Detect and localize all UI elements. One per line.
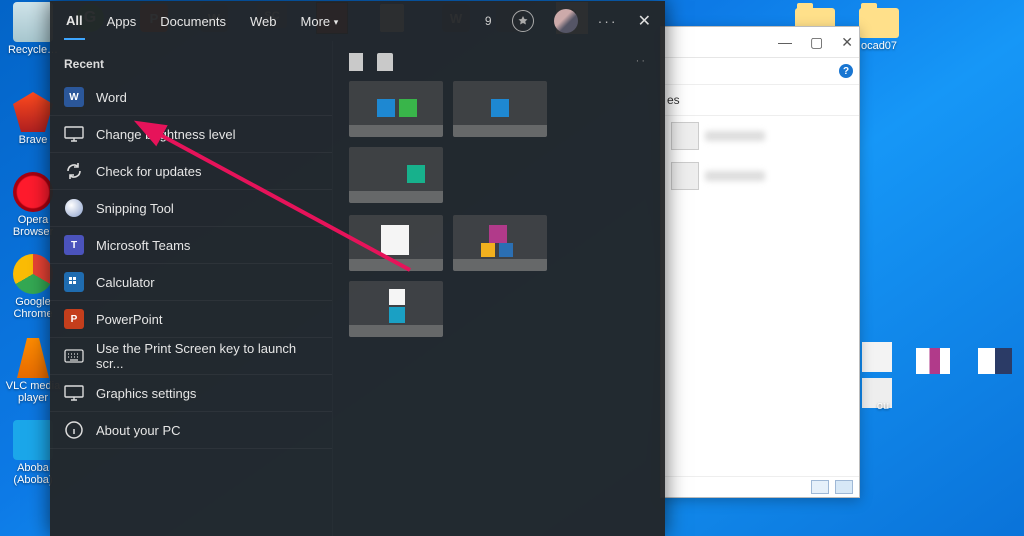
tab-apps[interactable]: Apps	[105, 4, 139, 39]
recent-item-label: Change brightness level	[96, 127, 235, 142]
minimize-button[interactable]: —	[778, 34, 792, 50]
tab-documents[interactable]: Documents	[158, 4, 228, 39]
calculator-icon	[64, 272, 84, 292]
refresh-icon	[64, 161, 84, 181]
desktop-thumb[interactable]	[978, 348, 1012, 374]
recent-list: Recent W Word Change brightness level Ch…	[50, 41, 333, 536]
rewards-count: 9	[485, 14, 492, 28]
tab-more[interactable]: More ▾	[299, 4, 341, 39]
explorer-statusbar	[661, 476, 859, 497]
recent-item-about[interactable]: About your PC	[50, 412, 332, 449]
explorer-item-label	[705, 131, 765, 141]
snipping-icon	[64, 198, 84, 218]
recent-files-icon[interactable]	[349, 53, 363, 71]
chevron-down-icon: ▾	[334, 17, 339, 27]
recent-item-label: Calculator	[96, 275, 155, 290]
explorer-item-label	[705, 171, 765, 181]
recent-item-word[interactable]: W Word	[50, 79, 332, 116]
rewards-icon[interactable]	[512, 10, 534, 32]
recent-item-teams[interactable]: T Microsoft Teams	[50, 227, 332, 264]
view-details-button[interactable]	[811, 480, 829, 494]
tab-all[interactable]: All	[64, 3, 85, 40]
search-tabs: All Apps Documents Web More ▾ 9 ··· ✕	[50, 1, 665, 41]
preview-tile[interactable]	[349, 281, 443, 337]
preview-tile[interactable]	[349, 215, 443, 271]
recent-item-brightness[interactable]: Change brightness level	[50, 116, 332, 153]
explorer-titlebar: — ▢ ✕	[661, 27, 859, 58]
monitor-icon	[64, 124, 84, 144]
close-button[interactable]: ✕	[841, 34, 853, 51]
explorer-item[interactable]	[661, 156, 859, 196]
recent-apps-icon[interactable]	[377, 53, 393, 71]
recent-item-updates[interactable]: Check for updates	[50, 153, 332, 190]
preview-options[interactable]: ··	[636, 55, 647, 67]
search-panel: All Apps Documents Web More ▾ 9 ··· ✕ Re…	[50, 1, 665, 536]
explorer-window[interactable]: — ▢ ✕ ? es	[660, 26, 860, 498]
info-icon	[64, 420, 84, 440]
recent-item-printscreen[interactable]: Use the Print Screen key to launch scr..…	[50, 338, 332, 375]
help-icon[interactable]: ?	[839, 64, 853, 78]
explorer-toolbar: ?	[661, 58, 859, 85]
keyboard-icon	[64, 346, 84, 366]
explorer-item[interactable]	[661, 116, 859, 156]
recent-header: Recent	[50, 41, 332, 79]
recent-item-powerpoint[interactable]: P PowerPoint	[50, 301, 332, 338]
desktop-icon-occ1[interactable]: ou	[854, 400, 912, 412]
label: Brave	[19, 134, 48, 146]
search-preview-pane: ··	[333, 41, 665, 536]
options-button[interactable]: ···	[598, 13, 618, 29]
recent-item-label: Microsoft Teams	[96, 238, 190, 253]
recent-item-label: Snipping Tool	[96, 201, 174, 216]
preview-tile[interactable]	[453, 215, 547, 271]
recent-item-calculator[interactable]: Calculator	[50, 264, 332, 301]
explorer-nav-row[interactable]: es	[661, 85, 859, 116]
close-search-button[interactable]: ✕	[638, 11, 651, 31]
monitor-icon	[64, 383, 84, 403]
recent-item-graphics[interactable]: Graphics settings	[50, 375, 332, 412]
label: ou	[877, 400, 889, 412]
recent-item-label: Word	[96, 90, 127, 105]
tab-web[interactable]: Web	[248, 4, 279, 39]
preview-tile[interactable]	[349, 147, 443, 203]
desktop-thumb[interactable]	[862, 342, 892, 372]
recent-item-label: About your PC	[96, 423, 181, 438]
word-icon: W	[64, 87, 84, 107]
recent-item-label: Check for updates	[96, 164, 202, 179]
label: Google Chrome	[13, 296, 52, 320]
teams-icon: T	[64, 235, 84, 255]
preview-tile[interactable]	[453, 81, 547, 137]
user-avatar[interactable]	[554, 9, 578, 33]
label: Aboba (Aboba)	[13, 462, 52, 486]
maximize-button[interactable]: ▢	[810, 34, 823, 51]
preview-tile[interactable]	[349, 81, 443, 137]
recent-item-label: PowerPoint	[96, 312, 162, 327]
recent-item-snipping[interactable]: Snipping Tool	[50, 190, 332, 227]
desktop-thumb[interactable]	[916, 348, 950, 374]
powerpoint-icon: P	[64, 309, 84, 329]
recent-item-label: Use the Print Screen key to launch scr..…	[96, 341, 318, 371]
label: Opera Browser	[13, 214, 53, 238]
view-large-button[interactable]	[835, 480, 853, 494]
recent-item-label: Graphics settings	[96, 386, 196, 401]
label: ocad07	[861, 40, 897, 52]
